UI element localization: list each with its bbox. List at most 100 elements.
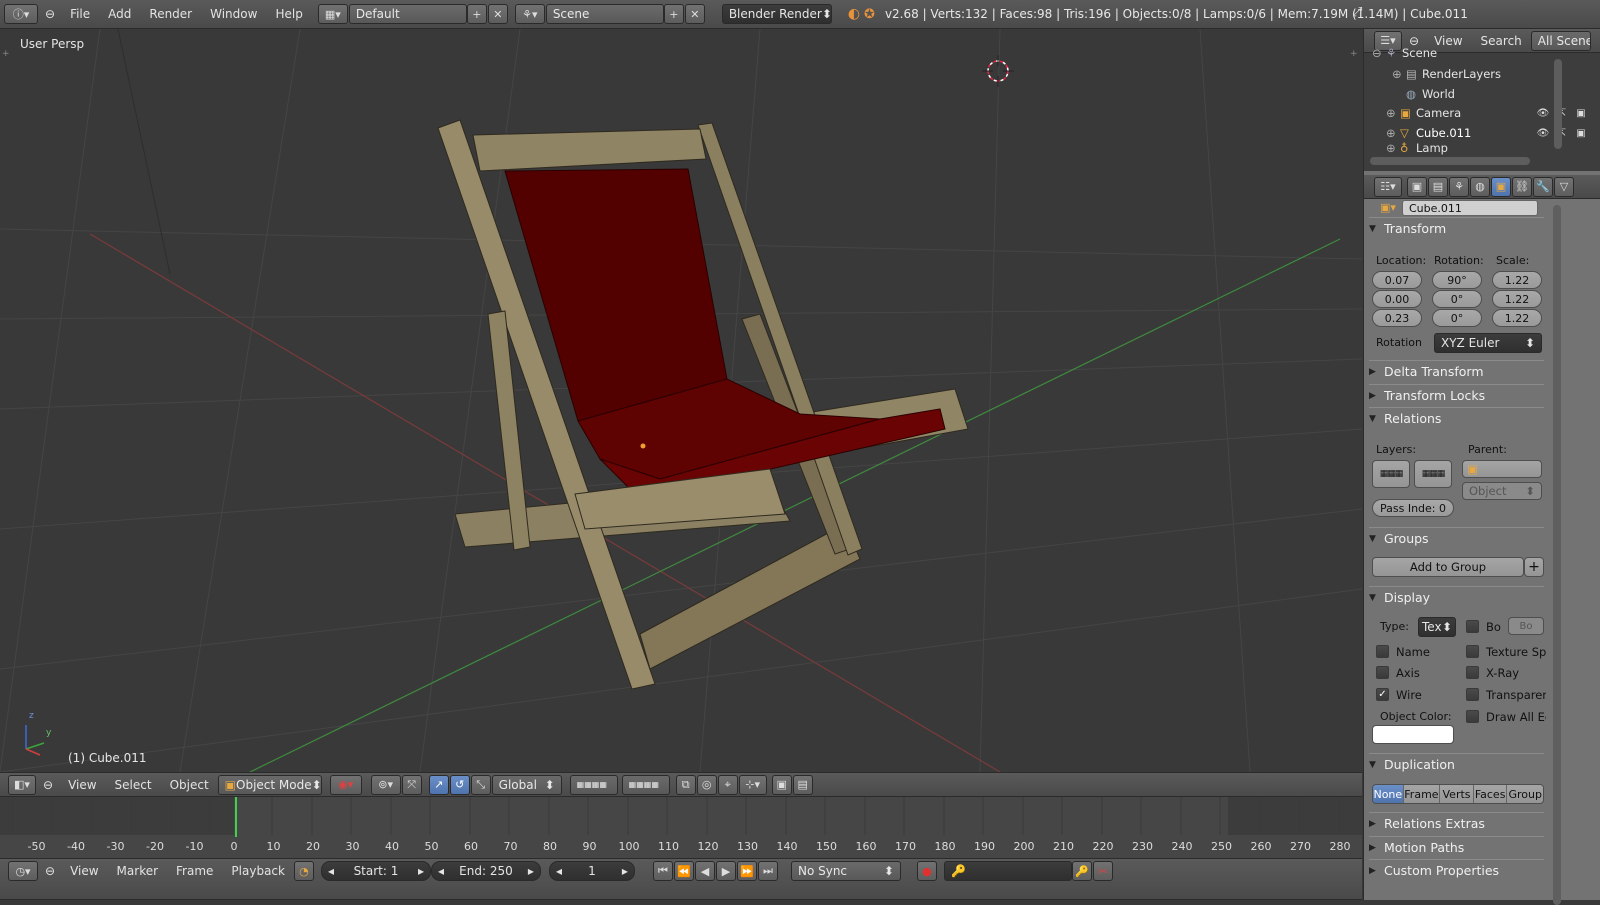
- timeline-area[interactable]: -50 -40 -30 -20 -10 0 10 20 30 40 50 60 70 80 90 100 110…: [0, 797, 1362, 858]
- constraints-context-icon[interactable]: ⛓: [1512, 176, 1532, 197]
- expand-icon[interactable]: ⊕: [1386, 106, 1400, 120]
- end-frame-field[interactable]: ◂ End: 250 ▸: [430, 861, 541, 881]
- translate-manipulator-icon[interactable]: ↗: [428, 774, 449, 795]
- 3d-viewport[interactable]: User Persp (1) Cube.011 z y + +: [0, 29, 1362, 772]
- name-checkbox[interactable]: [1376, 645, 1389, 658]
- object-layers-grid-a[interactable]: ▦▦▦: [1372, 460, 1410, 488]
- visibility-eye-icon[interactable]: 👁: [1535, 105, 1551, 121]
- dupli-option-none[interactable]: None: [1373, 785, 1403, 803]
- rotation-y-field[interactable]: 0°: [1432, 290, 1482, 308]
- draw-all-edges-checkbox[interactable]: [1466, 710, 1479, 723]
- scene-icon[interactable]: ⚘▾: [514, 4, 545, 24]
- relations-extras-panel-header[interactable]: ▶ Relations Extras: [1369, 812, 1544, 834]
- expand-icon[interactable]: ⊕: [1386, 126, 1400, 140]
- outliner-row-world[interactable]: ◍ World: [1364, 84, 1549, 104]
- delete-scene-icon[interactable]: ✕: [684, 4, 705, 24]
- mode-dropdown[interactable]: ▣ Object Mode ⬍: [217, 774, 322, 795]
- renderability-camera-icon[interactable]: ▣: [1573, 125, 1589, 141]
- duplication-panel-header[interactable]: ▼ Duplication: [1369, 753, 1544, 775]
- viewport-shading-icon[interactable]: ◉▾: [329, 774, 362, 795]
- rotate-manipulator-icon[interactable]: ↺: [449, 774, 470, 795]
- expand-icon[interactable]: ⊖: [1372, 46, 1386, 60]
- rotation-x-field[interactable]: 90°: [1432, 271, 1482, 289]
- properties-toggle-icon[interactable]: +: [1350, 49, 1358, 59]
- wire-checkbox[interactable]: ✓: [1376, 688, 1389, 701]
- outliner-row-cube[interactable]: ⊕ ▽ Cube.011: [1364, 123, 1549, 143]
- motion-paths-panel-header[interactable]: ▶ Motion Paths: [1369, 836, 1544, 858]
- editor-type-properties-icon[interactable]: ☷▾: [1374, 176, 1402, 197]
- axis-checkbox[interactable]: [1376, 666, 1389, 679]
- transparency-checkbox[interactable]: [1466, 688, 1479, 701]
- menu-help[interactable]: Help: [266, 7, 311, 21]
- object-name-field[interactable]: Cube.011: [1402, 200, 1538, 216]
- insert-keyframe-icon[interactable]: 🔑: [1071, 861, 1092, 881]
- render-engine-dropdown[interactable]: Blender Render ⬍: [721, 4, 832, 24]
- snap-element-icon[interactable]: ⊹▾: [738, 774, 767, 795]
- outliner-vertical-scrollbar[interactable]: [1554, 59, 1562, 149]
- parent-type-dropdown[interactable]: Object ⬍: [1462, 482, 1542, 500]
- play-icon[interactable]: ▶: [715, 861, 736, 881]
- dupli-option-group[interactable]: Group: [1506, 785, 1543, 803]
- menu-object[interactable]: Object: [161, 778, 218, 792]
- timeline-menu-frame[interactable]: Frame: [167, 861, 222, 878]
- delta-transform-panel-header[interactable]: ▶ Delta Transform: [1369, 360, 1544, 382]
- scale-manipulator-icon[interactable]: ⤡: [470, 774, 491, 795]
- collapse-icon[interactable]: ⊖: [39, 7, 61, 21]
- jump-start-icon[interactable]: ⏮: [652, 861, 673, 881]
- screen-layout-field[interactable]: Default: [348, 4, 467, 24]
- timeline-menu-playback[interactable]: Playback: [222, 861, 294, 878]
- jump-end-icon[interactable]: ⏭: [757, 861, 778, 881]
- transform-orientation-dropdown[interactable]: Global ⬍: [491, 774, 562, 795]
- outliner-horizontal-scrollbar[interactable]: [1370, 157, 1530, 165]
- object-layers-grid-b[interactable]: ▦▦▦: [1414, 460, 1452, 488]
- menu-file[interactable]: File: [61, 7, 99, 21]
- jump-keyframe-forward-icon[interactable]: ⏩: [736, 861, 757, 881]
- menu-select[interactable]: Select: [106, 778, 161, 792]
- relations-panel-header[interactable]: ▼ Relations: [1369, 407, 1544, 429]
- rotation-mode-dropdown[interactable]: XYZ Euler ⬍: [1434, 333, 1542, 353]
- custom-properties-panel-header[interactable]: ▶ Custom Properties: [1369, 859, 1544, 881]
- render-animation-icon[interactable]: ▤: [792, 774, 813, 795]
- modifiers-context-icon[interactable]: 🔧: [1533, 176, 1553, 197]
- timeline-menu-marker[interactable]: Marker: [108, 861, 167, 878]
- render-still-icon[interactable]: ▣: [771, 774, 792, 795]
- outliner-row-scene[interactable]: ⊖ ⚘ Scene: [1364, 45, 1549, 61]
- dupli-option-frame[interactable]: Frame: [1402, 785, 1440, 803]
- transform-locks-panel-header[interactable]: ▶ Transform Locks: [1369, 384, 1544, 406]
- fullscreen-icon[interactable]: ⤢: [1352, 5, 1362, 20]
- bounds-checkbox[interactable]: [1466, 620, 1479, 633]
- outliner[interactable]: ☰▾ ⊖ View Search All Scene ⊖ ⚘ Scene ⊕ ▤ Ren…: [1364, 29, 1600, 171]
- render-context-icon[interactable]: ▣: [1407, 176, 1427, 197]
- location-x-field[interactable]: 0.07: [1372, 271, 1422, 289]
- collapse-menus-icon[interactable]: ⊖: [39, 861, 61, 881]
- pivot-point-icon[interactable]: ⊚▾: [370, 774, 401, 795]
- collapse-menus-icon[interactable]: ⊖: [37, 778, 59, 792]
- current-frame-field[interactable]: ◂ 1 ▸: [548, 861, 635, 881]
- play-reverse-icon[interactable]: ◀: [694, 861, 715, 881]
- menu-add[interactable]: Add: [99, 7, 140, 21]
- rotation-z-field[interactable]: 0°: [1432, 309, 1482, 327]
- scene-context-icon[interactable]: ⚘: [1449, 176, 1469, 197]
- renderability-camera-icon[interactable]: ▣: [1573, 105, 1589, 121]
- scene-field[interactable]: Scene: [545, 4, 664, 24]
- menu-view[interactable]: View: [59, 778, 105, 792]
- preview-range-icon[interactable]: ◔: [293, 861, 314, 881]
- display-panel-header[interactable]: ▼ Display: [1369, 586, 1544, 608]
- add-group-plus-button[interactable]: +: [1524, 557, 1544, 577]
- render-layers-context-icon[interactable]: ▤: [1428, 176, 1448, 197]
- groups-panel-header[interactable]: ▼ Groups: [1369, 527, 1544, 549]
- location-y-field[interactable]: 0.00: [1372, 290, 1422, 308]
- editor-type-info-icon[interactable]: ⓘ▾: [4, 4, 38, 24]
- dupli-option-faces[interactable]: Faces: [1472, 785, 1507, 803]
- object-color-swatch[interactable]: [1372, 725, 1454, 744]
- sync-mode-dropdown[interactable]: No Sync ⬍: [790, 861, 901, 881]
- xray-checkbox[interactable]: [1466, 666, 1479, 679]
- parent-field[interactable]: ▣: [1462, 460, 1542, 478]
- data-context-icon[interactable]: ▽: [1554, 176, 1574, 197]
- display-type-dropdown[interactable]: Tex ⬍: [1418, 617, 1456, 637]
- start-frame-field[interactable]: ◂ Start: 1 ▸: [320, 861, 431, 881]
- delete-keyframe-icon[interactable]: ✂: [1092, 861, 1113, 881]
- object-context-icon[interactable]: ▣: [1491, 176, 1511, 197]
- add-scene-icon[interactable]: +: [663, 4, 684, 24]
- world-context-icon[interactable]: ◍: [1470, 176, 1490, 197]
